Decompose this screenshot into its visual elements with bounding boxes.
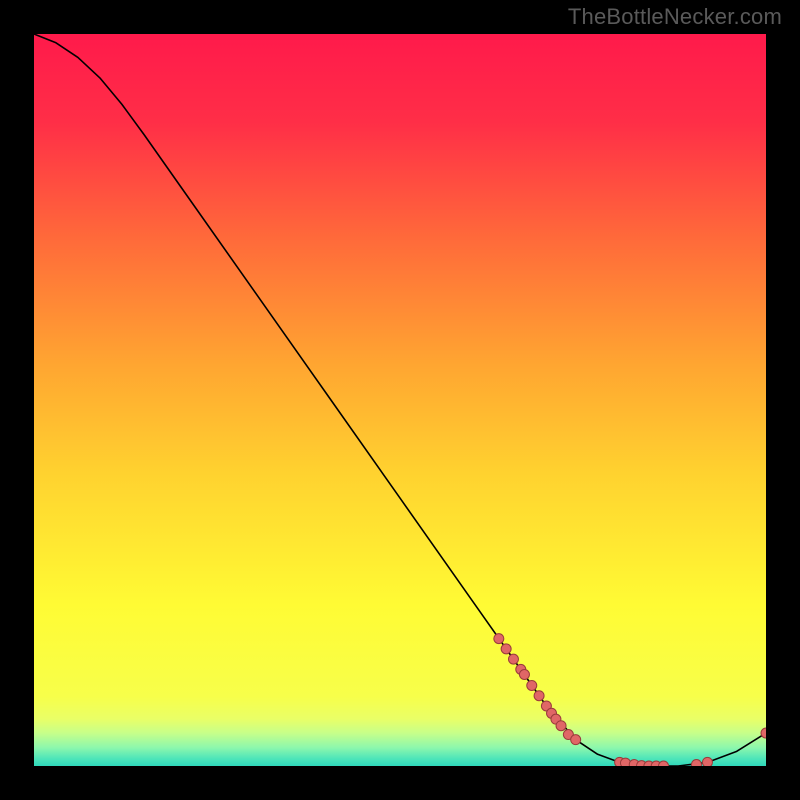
data-marker — [556, 721, 566, 731]
data-marker — [534, 691, 544, 701]
watermark-text: TheBottleNecker.com — [568, 4, 782, 30]
data-marker — [501, 644, 511, 654]
plot-area — [34, 34, 766, 766]
data-marker — [494, 634, 504, 644]
data-marker — [527, 680, 537, 690]
data-marker — [571, 735, 581, 745]
chart-svg — [34, 34, 766, 766]
gradient-background — [34, 34, 766, 766]
chart-frame: TheBottleNecker.com — [0, 0, 800, 800]
data-marker — [519, 670, 529, 680]
data-marker — [691, 760, 701, 766]
data-marker — [508, 654, 518, 664]
data-marker — [702, 757, 712, 766]
